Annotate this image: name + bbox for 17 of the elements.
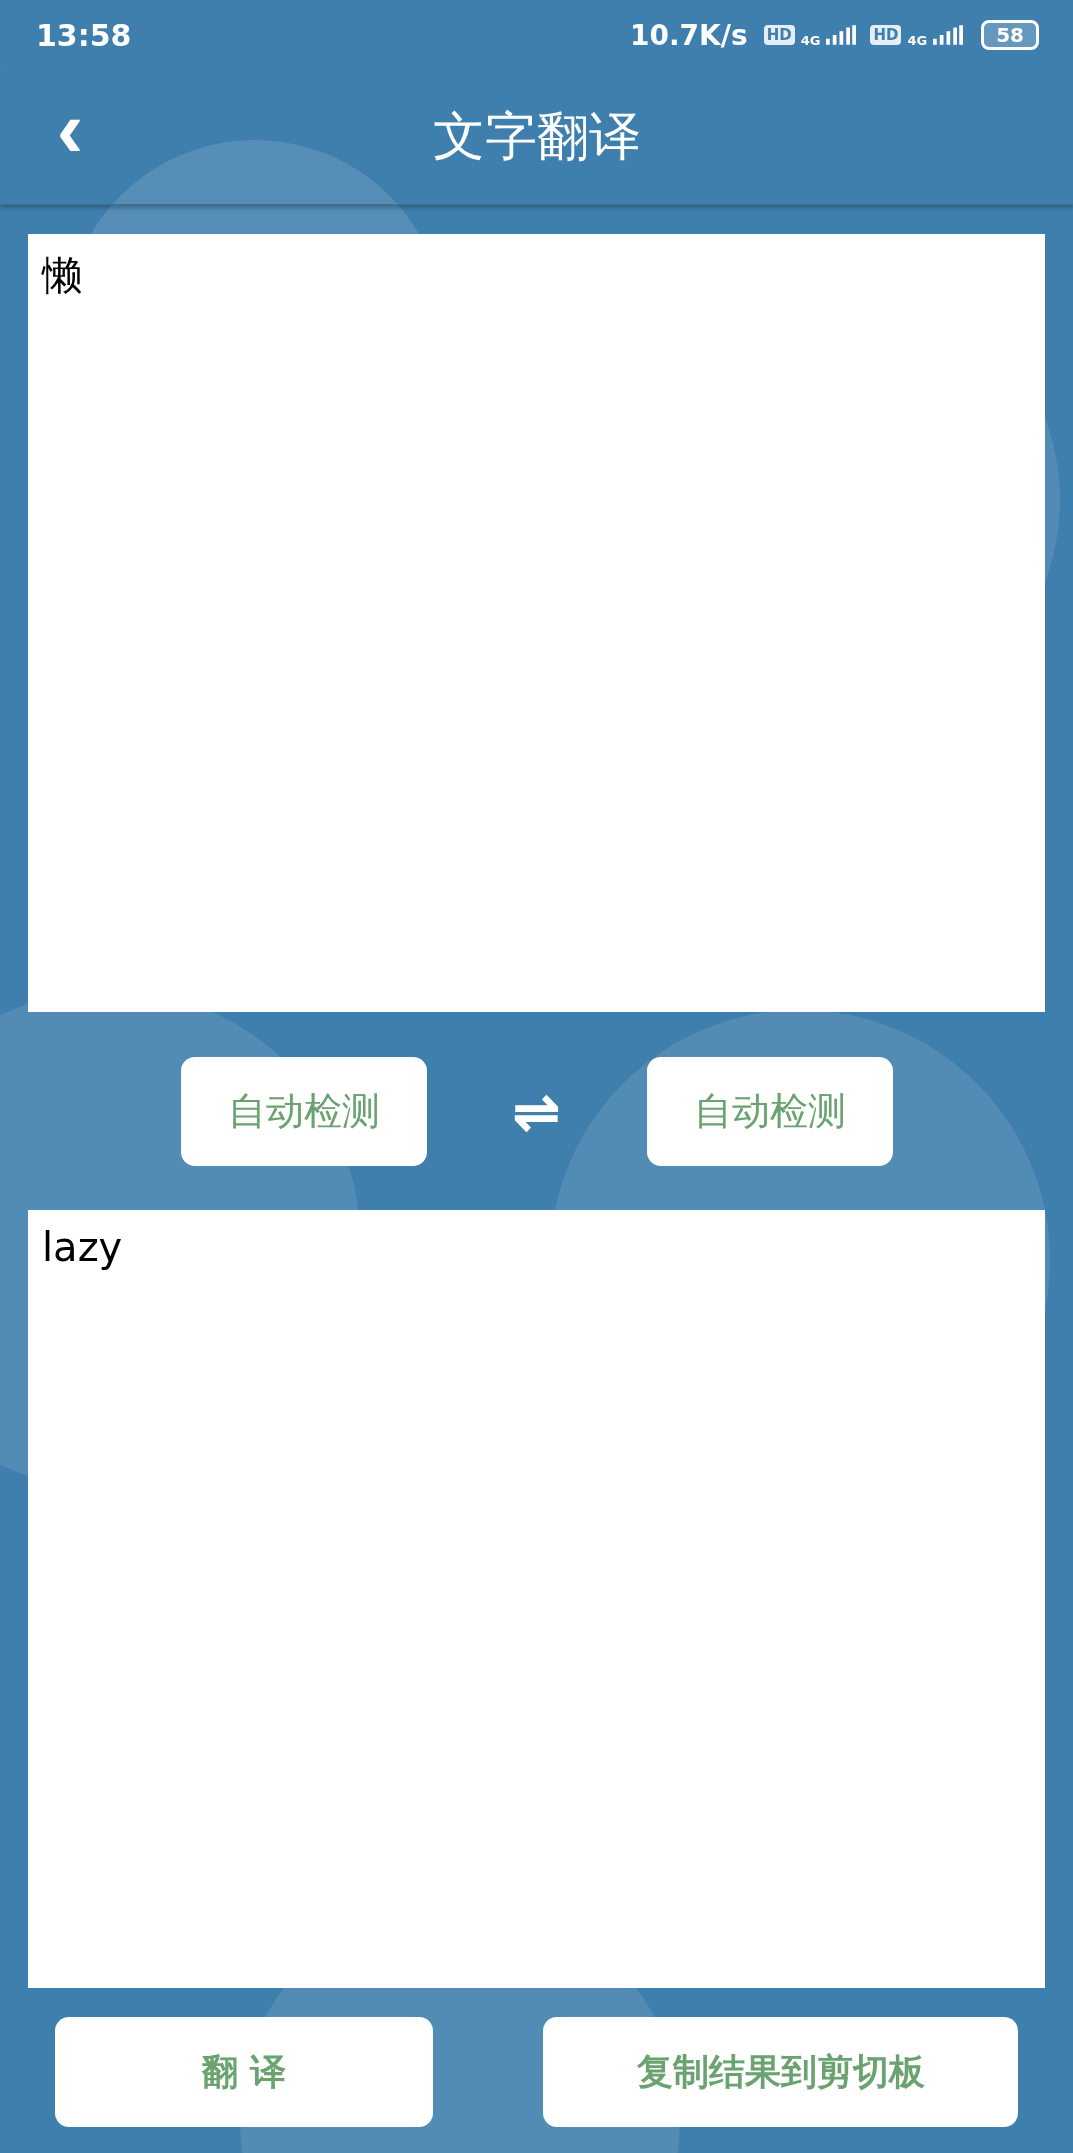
- clock-time: 13:58: [36, 17, 132, 53]
- battery-indicator: 58: [981, 20, 1039, 50]
- signal-icon: [933, 24, 964, 46]
- source-language-button[interactable]: 自动检测: [180, 1056, 427, 1166]
- network-type: 4G: [907, 32, 928, 48]
- hd-badge: HD: [763, 25, 795, 45]
- signal-icon: [826, 24, 857, 46]
- target-language-button[interactable]: 自动检测: [646, 1056, 893, 1166]
- network-speed: 10.7K/s: [630, 18, 748, 52]
- source-text-field[interactable]: 懒: [28, 234, 1045, 1012]
- page-title: 文字翻译: [432, 105, 641, 168]
- network-type: 4G: [800, 32, 821, 48]
- copy-result-button[interactable]: 复制结果到剪切板: [543, 2017, 1018, 2127]
- back-button[interactable]: ‹: [0, 90, 140, 184]
- hd-badge: HD: [870, 25, 902, 45]
- swap-button[interactable]: ⇌: [484, 1078, 589, 1144]
- translate-button[interactable]: 翻 译: [55, 2017, 433, 2127]
